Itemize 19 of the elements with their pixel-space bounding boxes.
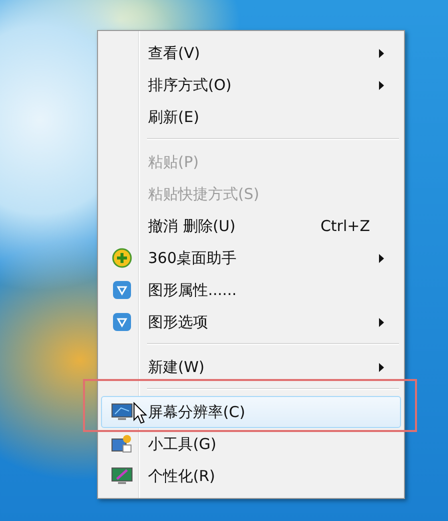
- gadgets-icon: [111, 434, 133, 454]
- menu-item[interactable]: 新建(W): [101, 351, 401, 383]
- mouse-pointer-icon: [133, 402, 147, 424]
- graphics-icon: [112, 280, 132, 300]
- menu-item[interactable]: 撤消 删除(U) Ctrl+Z: [101, 210, 401, 242]
- graphics-icon: [112, 312, 132, 332]
- menu-item[interactable]: 图形属性......: [101, 274, 401, 306]
- menu-item[interactable]: 个性化(R): [101, 460, 401, 492]
- menu-item[interactable]: 排序方式(O): [101, 69, 401, 101]
- menu-item[interactable]: 屏幕分辨率(C): [101, 396, 401, 428]
- menu-item[interactable]: 图形选项: [101, 306, 401, 338]
- menu-item[interactable]: 小工具(G): [101, 428, 401, 460]
- menu-item[interactable]: 刷新(E): [101, 101, 401, 133]
- menu-item[interactable]: 查看(V): [101, 37, 401, 69]
- plus-circle-icon: [112, 248, 132, 268]
- personalize-icon: [111, 466, 133, 486]
- shortcut-text: Ctrl+Z: [320, 217, 370, 235]
- monitor-icon: [111, 402, 133, 422]
- menu-item[interactable]: 360桌面助手: [101, 242, 401, 274]
